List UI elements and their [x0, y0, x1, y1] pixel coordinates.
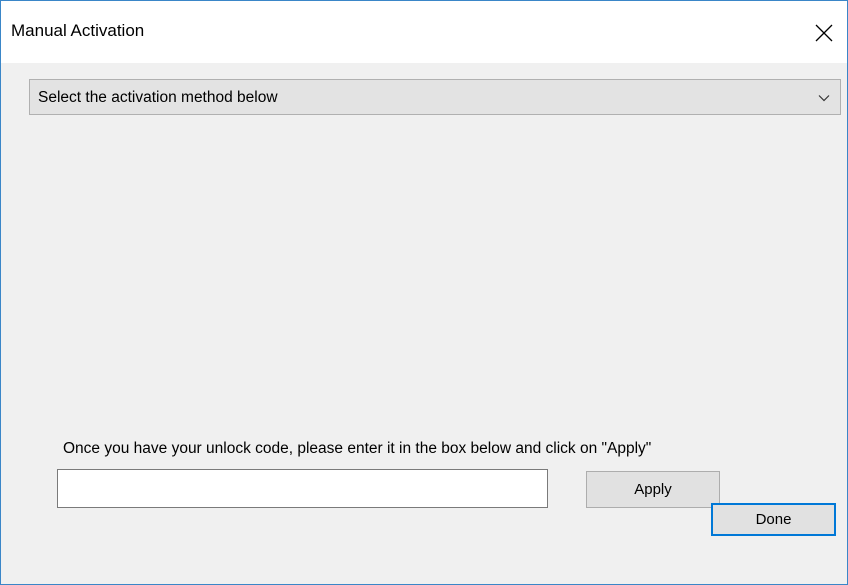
- done-button[interactable]: Done: [711, 503, 836, 536]
- close-button[interactable]: [801, 13, 847, 53]
- manual-activation-window: Manual Activation Select the activation …: [0, 0, 848, 585]
- window-title: Manual Activation: [11, 21, 145, 40]
- dialog-content: Select the activation method below Once …: [1, 63, 847, 584]
- close-icon: [815, 24, 833, 42]
- apply-button[interactable]: Apply: [586, 471, 720, 508]
- activation-method-select[interactable]: Select the activation method below: [29, 79, 841, 115]
- activation-method-value: Select the activation method below: [38, 89, 278, 106]
- unlock-instructions: Once you have your unlock code, please e…: [63, 440, 652, 457]
- chevron-down-icon: [818, 95, 830, 102]
- title-bar: Manual Activation: [1, 1, 847, 63]
- unlock-code-input[interactable]: [57, 469, 548, 508]
